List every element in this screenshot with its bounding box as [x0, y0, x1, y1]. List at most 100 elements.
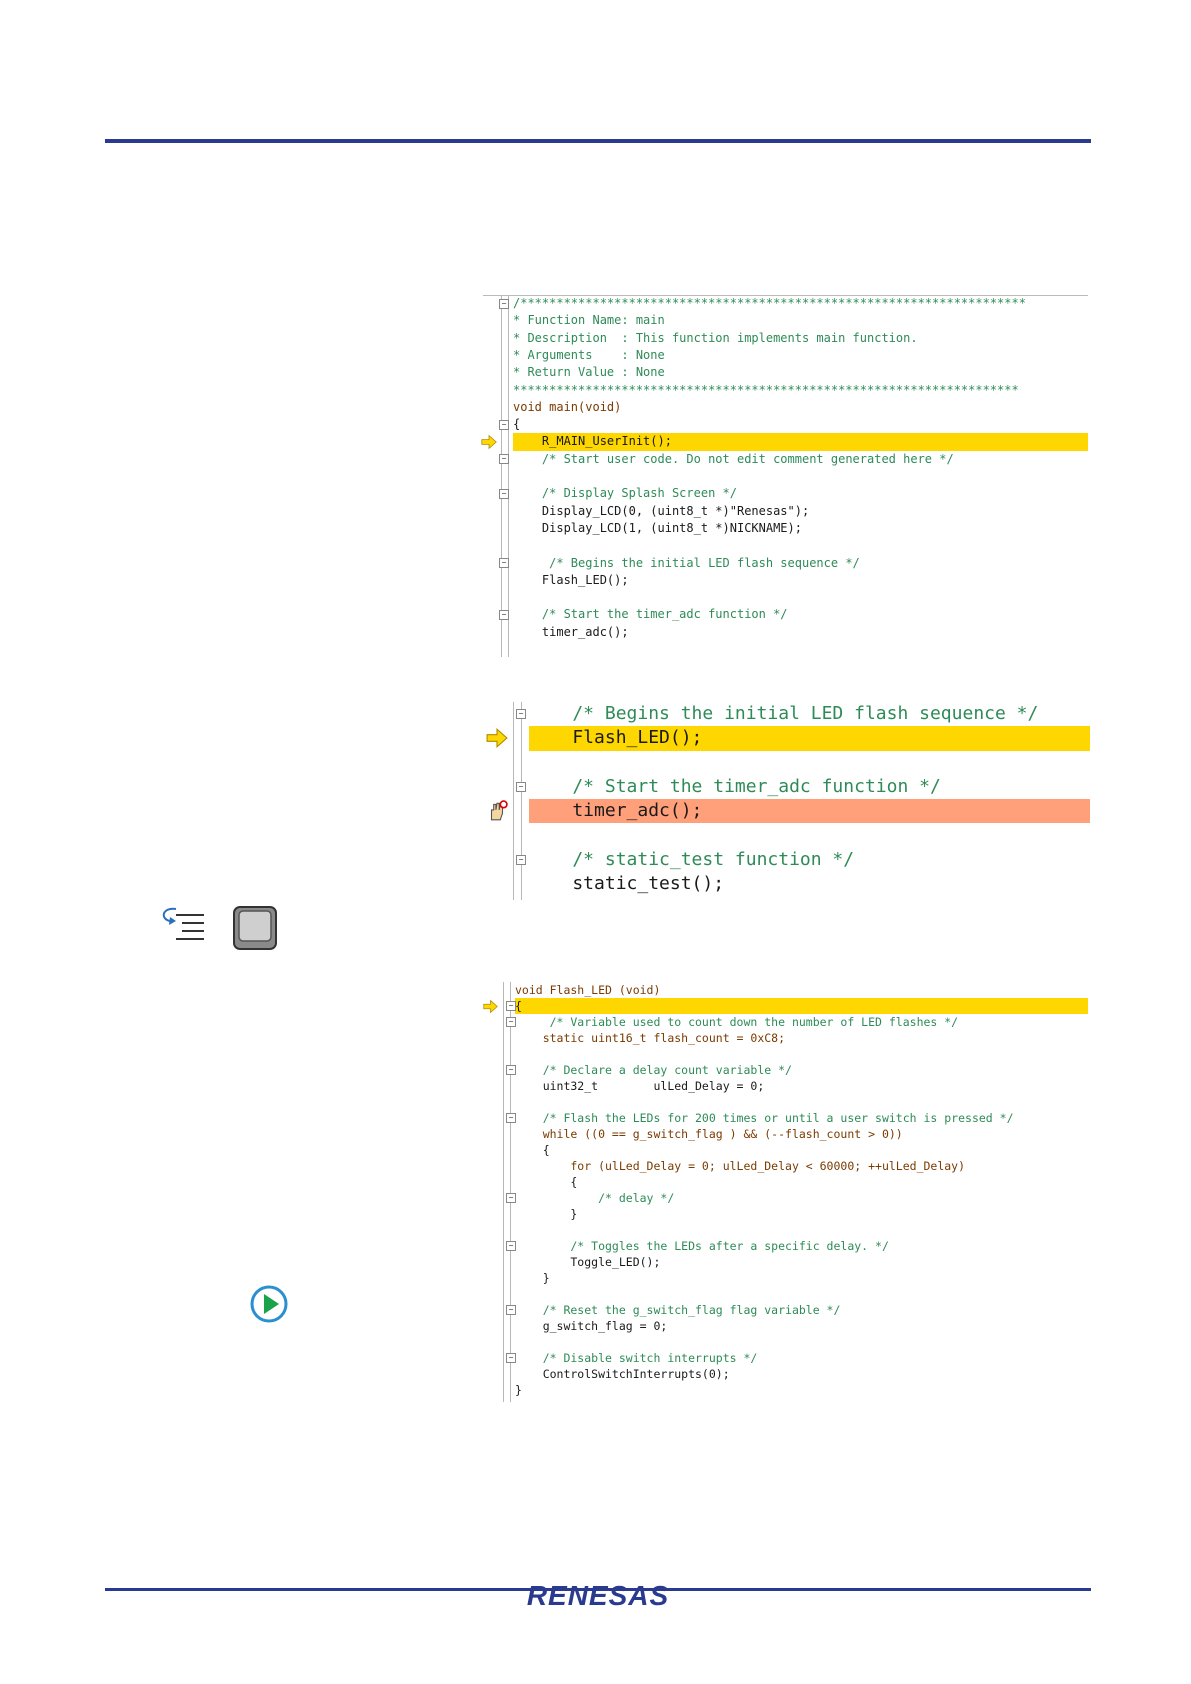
fold-toggle-icon[interactable]: − [516, 854, 526, 865]
code-line: } [515, 1206, 1088, 1222]
code-line: Display_LCD(0, (uint8_t *)"Renesas"); [513, 503, 1088, 520]
code-line: { [515, 998, 1088, 1014]
fold-toggle-icon[interactable]: − [499, 610, 509, 621]
current-pc-arrow-icon [483, 999, 498, 1014]
code-text: /* Begins the initial LED flash sequence… [529, 703, 1039, 724]
fold-toggle-icon[interactable]: − [506, 1305, 516, 1315]
fold-toggle-icon[interactable]: − [499, 558, 509, 569]
code-line: Flash_LED(); [513, 572, 1088, 589]
code-line: void Flash_LED (void) [515, 982, 1088, 998]
code-text: /* Variable used to count down the numbe… [515, 1015, 959, 1029]
code-text: { [515, 999, 522, 1013]
code-text: /* delay */ [515, 1191, 675, 1205]
code-line: /* Variable used to count down the numbe… [515, 1014, 1088, 1030]
code-line: Flash_LED(); [529, 726, 1090, 751]
fold-toggle-icon[interactable]: − [499, 419, 509, 430]
code-panel-flash-led: void Flash_LED (void) { /* Variable used … [483, 982, 1088, 1402]
code-text: /* static_test function */ [529, 848, 855, 870]
code-line: /* delay */ [515, 1190, 1088, 1206]
code-text: /* Flash the LEDs for 200 times or until… [515, 1111, 1014, 1125]
stop-button-icon[interactable] [232, 905, 278, 951]
code-text: } [515, 1207, 578, 1221]
step-over-icon[interactable] [156, 905, 208, 949]
code-line: Display_LCD(1, (uint8_t *)NICKNAME); [513, 520, 1088, 537]
code-text: { [515, 1175, 578, 1189]
code-text: Display_LCD(0, (uint8_t *)"Renesas"); [513, 503, 810, 518]
code-line: for (ulLed_Delay = 0; ulLed_Delay < 6000… [515, 1158, 1088, 1174]
code-text: ****************************************… [513, 382, 1019, 397]
code-text: uint32_t ulLed_Delay = 0; [515, 1079, 765, 1093]
code-line: * Description : This function implements… [513, 330, 1088, 347]
fold-toggle-icon[interactable]: − [499, 488, 509, 499]
code-line: /* Start the timer_adc function */ [513, 606, 1088, 623]
code-text: Toggle_LED(); [515, 1255, 661, 1269]
code-text: timer_adc(); [513, 624, 629, 639]
code-text: timer_adc(); [529, 800, 703, 822]
code-text: static_test(); [529, 873, 725, 895]
fold-toggle-icon[interactable]: − [516, 709, 526, 720]
code-line: while ((0 == g_switch_flag ) && (--flash… [515, 1126, 1088, 1142]
code-text: static uint16_t flash_count = 0xC8; [515, 1031, 786, 1045]
code-line: Toggle_LED(); [515, 1254, 1088, 1270]
code-text: * Arguments : None [513, 347, 665, 362]
code-line: /* Display Splash Screen */ [513, 485, 1088, 502]
current-pc-arrow-icon [481, 434, 497, 450]
code-text: g_switch_flag = 0; [515, 1319, 668, 1333]
code-text: void Flash_LED (void) [515, 983, 661, 997]
code-text: for (ulLed_Delay = 0; ulLed_Delay < 6000… [515, 1159, 966, 1173]
fold-toggle-icon[interactable]: − [506, 1113, 516, 1123]
code-text: /* Reset the g_switch_flag flag variable… [515, 1303, 841, 1317]
code-text: /* Toggles the LEDs after a specific del… [515, 1239, 889, 1253]
code-line: /* Start user code. Do not edit comment … [513, 451, 1088, 468]
code-line: timer_adc(); [529, 799, 1090, 824]
code-line: void main(void) [513, 399, 1088, 416]
fold-toggle-icon[interactable]: − [516, 782, 526, 793]
fold-toggle-icon[interactable]: − [506, 1065, 516, 1075]
code-line: * Return Value : None [513, 364, 1088, 381]
code-text: /***************************************… [513, 296, 1026, 310]
code-text: /* Declare a delay count variable */ [515, 1063, 792, 1077]
code-line: /* Reset the g_switch_flag flag variable… [515, 1302, 1088, 1318]
code-text: * Return Value : None [513, 365, 665, 380]
fold-toggle-icon[interactable]: − [506, 1353, 516, 1363]
code-text: { [515, 1143, 550, 1157]
code-line: g_switch_flag = 0; [515, 1318, 1088, 1334]
code-line: /* Flash the LEDs for 200 times or until… [515, 1110, 1088, 1126]
code-text: /* Display Splash Screen */ [513, 486, 737, 501]
fold-toggle-icon[interactable]: − [506, 1193, 516, 1203]
code-line: { [515, 1174, 1088, 1190]
code-text: R_MAIN_UserInit(); [513, 434, 672, 449]
fold-toggle-icon[interactable]: − [506, 1001, 516, 1011]
code-line: /* Disable switch interrupts */ [515, 1350, 1088, 1366]
code-line: /* Toggles the LEDs after a specific del… [515, 1238, 1088, 1254]
code-text: { [513, 417, 521, 432]
code-panel-zoom: /* Begins the initial LED flash sequence… [485, 702, 1090, 900]
code-text: } [515, 1383, 522, 1397]
fold-toggle-icon[interactable]: − [499, 454, 509, 465]
code-line: /* Begins the initial LED flash sequence… [529, 702, 1090, 726]
code-text: /* Start the timer_adc function */ [529, 775, 941, 797]
fold-toggle-icon[interactable]: − [499, 298, 509, 309]
code-text: Flash_LED(); [529, 727, 703, 749]
header-rule [105, 139, 1091, 143]
fold-toggle-icon[interactable]: − [506, 1241, 516, 1251]
code-line: /* Start the timer_adc function */ [529, 775, 1090, 799]
code-line: /***************************************… [513, 295, 1088, 312]
run-icon[interactable] [249, 1284, 289, 1324]
code-line: timer_adc(); [513, 624, 1088, 641]
code-text: Flash_LED(); [513, 572, 629, 587]
code-line: * Arguments : None [513, 347, 1088, 364]
code-line: } [515, 1270, 1088, 1286]
code-line: /* Begins the initial LED flash sequence… [513, 555, 1088, 572]
fold-toggle-icon[interactable]: − [506, 1017, 516, 1027]
current-pc-arrow-icon [486, 727, 508, 749]
code-line: static_test(); [529, 872, 1090, 896]
code-text: Display_LCD(1, (uint8_t *)NICKNAME); [513, 520, 802, 535]
